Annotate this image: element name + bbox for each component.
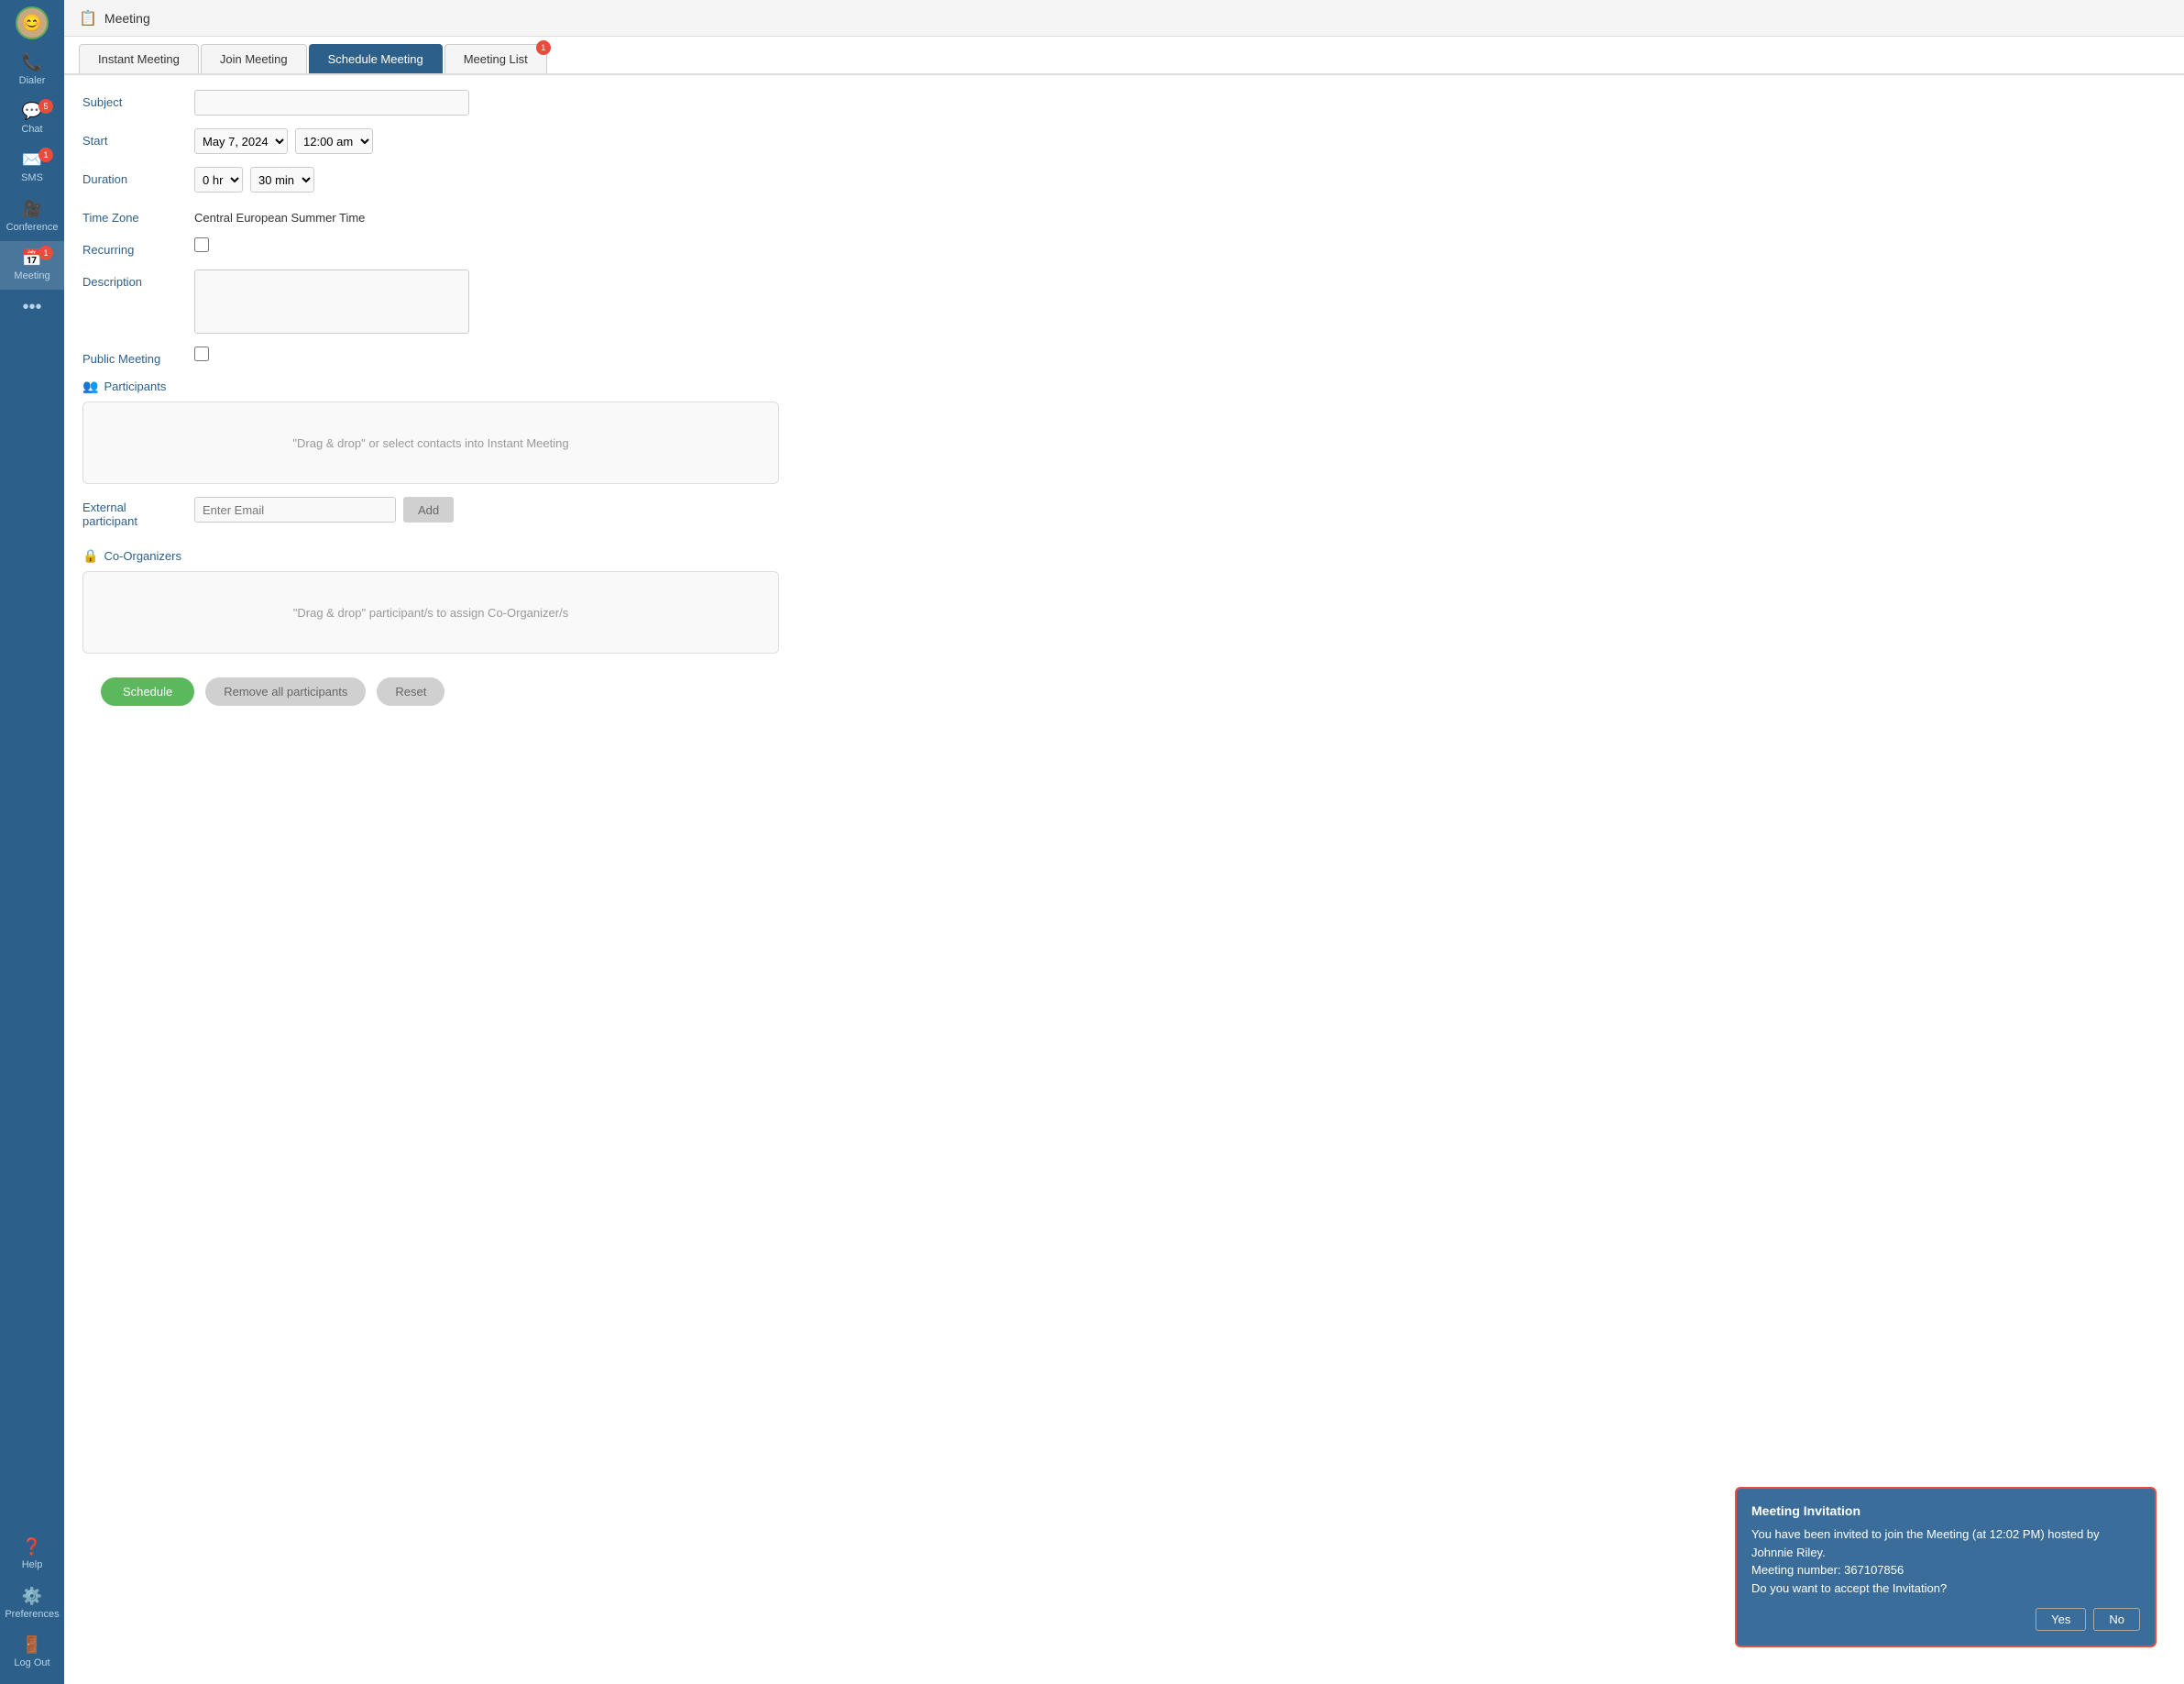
avatar-container: 😊 xyxy=(0,0,64,46)
co-organizers-drop-text: "Drag & drop" participant/s to assign Co… xyxy=(293,606,568,620)
notification-actions: Yes No xyxy=(1751,1608,2140,1631)
email-input[interactable] xyxy=(194,497,396,523)
sidebar-item-meeting[interactable]: 📅 Meeting 1 xyxy=(0,241,64,290)
description-label: Description xyxy=(82,270,183,289)
external-control: Add xyxy=(194,497,454,523)
start-row: Start May 7, 2024 12:00 am xyxy=(82,128,2166,154)
decline-button[interactable]: No xyxy=(2093,1608,2140,1631)
chat-badge: 5 xyxy=(38,99,53,114)
sidebar-item-preferences[interactable]: ⚙️ Preferences xyxy=(0,1579,64,1628)
external-row: External participant Add xyxy=(82,497,2166,535)
tab-meeting-list[interactable]: Meeting List 1 xyxy=(444,44,547,73)
subject-control xyxy=(194,90,2166,116)
sidebar-item-dialer[interactable]: 📞 Dialer xyxy=(0,46,64,94)
participants-header: 👥 Participants xyxy=(82,379,2166,394)
co-organizers-header: 🔒 Co-Organizers xyxy=(82,548,2166,564)
participants-label: Participants xyxy=(104,380,166,393)
co-organizers-dropzone[interactable]: "Drag & drop" participant/s to assign Co… xyxy=(82,571,779,654)
duration-row: Duration 0 hr 1 hr 2 hr 0 min 15 min 30 … xyxy=(82,167,2166,193)
notification-popup: Meeting Invitation You have been invited… xyxy=(1735,1487,2157,1647)
sidebar-item-chat[interactable]: 💬 Chat 5 xyxy=(0,94,64,143)
co-organizers-icon: 🔒 xyxy=(82,548,98,564)
more-options[interactable]: ••• xyxy=(22,290,41,325)
subject-row: Subject xyxy=(82,90,2166,116)
tab-schedule[interactable]: Schedule Meeting xyxy=(309,44,443,73)
timezone-label: Time Zone xyxy=(82,205,183,225)
notification-title: Meeting Invitation xyxy=(1751,1503,2140,1518)
recurring-control xyxy=(194,237,2166,252)
sms-badge: 1 xyxy=(38,148,53,162)
recurring-checkbox[interactable] xyxy=(194,237,209,252)
subject-input[interactable] xyxy=(194,90,469,116)
co-organizers-label: Co-Organizers xyxy=(104,549,181,563)
accept-button[interactable]: Yes xyxy=(2036,1608,2086,1631)
public-meeting-checkbox[interactable] xyxy=(194,347,209,361)
description-control xyxy=(194,270,2166,334)
schedule-button[interactable]: Schedule xyxy=(101,677,194,706)
public-meeting-row: Public Meeting xyxy=(82,347,2166,366)
meeting-list-badge: 1 xyxy=(536,40,551,55)
notification-body-text: You have been invited to join the Meetin… xyxy=(1751,1527,2100,1595)
start-time-select[interactable]: 12:00 am xyxy=(295,128,373,154)
public-meeting-control xyxy=(194,347,2166,361)
phone-icon: 📞 xyxy=(22,53,42,72)
tab-instant[interactable]: Instant Meeting xyxy=(79,44,199,73)
header: 📋 Meeting xyxy=(64,0,2184,37)
header-title: Meeting xyxy=(104,11,150,26)
public-meeting-label: Public Meeting xyxy=(82,347,183,366)
sidebar-item-label: Dialer xyxy=(19,75,46,87)
avatar[interactable]: 😊 xyxy=(16,6,49,39)
main-content: 📋 Meeting Instant Meeting Join Meeting S… xyxy=(64,0,2184,1684)
sidebar-item-label: Chat xyxy=(21,124,42,136)
recurring-row: Recurring xyxy=(82,237,2166,257)
sidebar-item-conference[interactable]: 🎥 Conference xyxy=(0,193,64,241)
header-meeting-icon: 📋 xyxy=(79,9,97,28)
sidebar-item-sms[interactable]: ✉️ SMS 1 xyxy=(0,143,64,192)
duration-mins-select[interactable]: 0 min 15 min 30 min 45 min xyxy=(250,167,314,193)
sidebar-item-label: Preferences xyxy=(5,1609,59,1621)
duration-control: 0 hr 1 hr 2 hr 0 min 15 min 30 min 45 mi… xyxy=(194,167,2166,193)
sidebar-item-label: Help xyxy=(22,1559,43,1571)
duration-label: Duration xyxy=(82,167,183,186)
sidebar-bottom: ❓ Help ⚙️ Preferences 🚪 Log Out xyxy=(0,1530,64,1684)
meeting-badge: 1 xyxy=(38,246,53,260)
tabs-bar: Instant Meeting Join Meeting Schedule Me… xyxy=(64,37,2184,73)
notification-body: You have been invited to join the Meetin… xyxy=(1751,1525,2140,1597)
action-bar: Schedule Remove all participants Reset xyxy=(82,666,2166,717)
timezone-control: Central European Summer Time xyxy=(194,205,2166,225)
sidebar: 😊 📞 Dialer 💬 Chat 5 ✉️ SMS 1 🎥 Conferenc… xyxy=(0,0,64,1684)
timezone-value: Central European Summer Time xyxy=(194,205,365,225)
external-label: External participant xyxy=(82,497,183,528)
conference-icon: 🎥 xyxy=(22,200,42,219)
start-control: May 7, 2024 12:00 am xyxy=(194,128,2166,154)
timezone-row: Time Zone Central European Summer Time xyxy=(82,205,2166,225)
start-label: Start xyxy=(82,128,183,148)
sidebar-item-label: Log Out xyxy=(14,1657,49,1669)
form-area: Subject Start May 7, 2024 12:00 am Durat… xyxy=(64,73,2184,1684)
tab-join[interactable]: Join Meeting xyxy=(201,44,307,73)
participants-icon: 👥 xyxy=(82,379,98,394)
preferences-icon: ⚙️ xyxy=(22,1587,42,1606)
sidebar-item-label: Meeting xyxy=(14,270,49,282)
participants-drop-text: "Drag & drop" or select contacts into In… xyxy=(292,436,568,450)
subject-label: Subject xyxy=(82,90,183,109)
participants-dropzone[interactable]: "Drag & drop" or select contacts into In… xyxy=(82,402,779,484)
duration-hours-select[interactable]: 0 hr 1 hr 2 hr xyxy=(194,167,243,193)
sidebar-item-label: SMS xyxy=(21,172,43,184)
recurring-label: Recurring xyxy=(82,237,183,257)
description-row: Description xyxy=(82,270,2166,334)
sidebar-item-label: Conference xyxy=(6,222,59,234)
sidebar-item-help[interactable]: ❓ Help xyxy=(0,1530,64,1579)
start-date-select[interactable]: May 7, 2024 xyxy=(194,128,288,154)
reset-button[interactable]: Reset xyxy=(377,677,444,706)
description-textarea[interactable] xyxy=(194,270,469,334)
remove-participants-button[interactable]: Remove all participants xyxy=(205,677,366,706)
logout-icon: 🚪 xyxy=(22,1635,42,1655)
help-icon: ❓ xyxy=(22,1537,42,1557)
sidebar-item-logout[interactable]: 🚪 Log Out xyxy=(0,1628,64,1677)
add-participant-button[interactable]: Add xyxy=(403,497,454,523)
